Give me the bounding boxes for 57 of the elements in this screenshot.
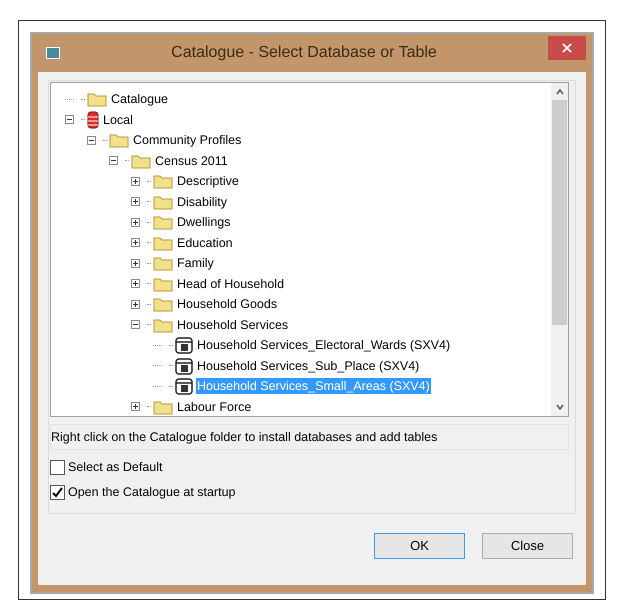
tree-item[interactable]: Catalogue <box>110 91 169 108</box>
dialog-button[interactable]: OK <box>374 532 465 558</box>
tree-item[interactable]: Household Services_Electoral_Wards (SXV4) <box>196 337 452 354</box>
table-icon <box>175 336 193 354</box>
expand-toggle[interactable] <box>131 402 140 412</box>
database-icon <box>87 110 99 129</box>
tree-item[interactable]: Household Goods <box>176 296 278 312</box>
collapse-toggle[interactable] <box>65 115 74 124</box>
expand-toggle[interactable] <box>131 197 140 206</box>
expand-toggle[interactable] <box>131 218 140 227</box>
app-icon <box>46 47 60 59</box>
tree-item[interactable]: Local <box>102 112 134 128</box>
folder-icon <box>153 194 173 210</box>
folder-icon <box>153 234 173 251</box>
tree-item[interactable]: Disability <box>176 194 228 210</box>
collapse-toggle[interactable] <box>109 156 118 166</box>
check-icon <box>52 486 63 498</box>
scroll-thumb[interactable] <box>552 100 567 325</box>
collapse-toggle[interactable] <box>131 320 140 330</box>
tree-item[interactable]: Head of Household <box>176 276 286 292</box>
checkbox-label: Select as Default <box>68 459 162 476</box>
tree-item[interactable]: Dwellings <box>176 214 232 230</box>
tree-item[interactable]: Family <box>176 255 215 272</box>
expand-toggle[interactable] <box>131 300 140 309</box>
expand-toggle[interactable] <box>131 238 140 248</box>
tree-item[interactable]: Education <box>176 234 234 251</box>
collapse-toggle[interactable] <box>87 136 96 145</box>
folder-icon <box>153 214 173 230</box>
tree-item[interactable]: Community Profiles <box>132 132 242 148</box>
tree-item[interactable]: Labour Force <box>176 398 252 415</box>
folder-icon <box>87 91 107 108</box>
folder-icon <box>153 316 173 333</box>
folder-icon <box>153 276 173 292</box>
window-title: Catalogue - Select Database or Table <box>170 43 438 63</box>
status-text: Right click on the Catalogue folder to install databases and add tables <box>50 424 569 450</box>
folder-icon <box>153 398 173 415</box>
checkbox-label: Open the Catalogue at startup <box>68 484 236 501</box>
close-button[interactable] <box>548 36 586 60</box>
folder-icon <box>153 255 173 272</box>
tree-item[interactable]: Descriptive <box>176 173 240 190</box>
checkbox[interactable] <box>50 460 65 475</box>
folder-icon <box>109 132 129 148</box>
dialog-button[interactable]: Close <box>482 532 573 558</box>
checkbox[interactable] <box>50 484 65 500</box>
close-icon <box>562 43 572 53</box>
folder-icon <box>153 173 173 190</box>
tree-item[interactable]: Census 2011 <box>154 152 229 169</box>
expand-toggle[interactable] <box>131 258 140 268</box>
table-icon <box>175 377 193 396</box>
tree-item[interactable]: Household Services <box>176 316 290 333</box>
expand-toggle[interactable] <box>131 176 140 186</box>
expand-toggle[interactable] <box>131 279 140 288</box>
folder-icon <box>131 152 151 169</box>
scrollbar[interactable] <box>551 83 568 416</box>
folder-icon <box>153 296 173 312</box>
table-icon <box>175 356 193 375</box>
tree-item[interactable]: Household Services_Sub_Place (SXV4) <box>196 358 420 374</box>
